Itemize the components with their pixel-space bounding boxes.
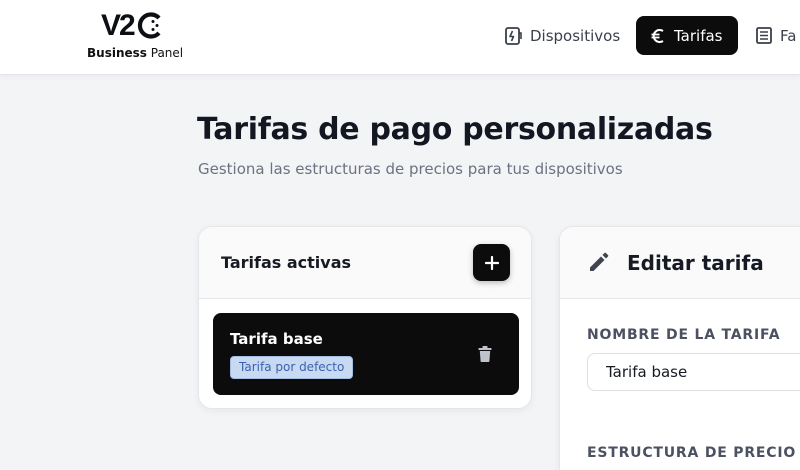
nav-devices[interactable]: Dispositivos [505, 16, 620, 55]
nav-tariffs[interactable]: Tarifas [636, 16, 738, 55]
pencil-icon [590, 252, 609, 271]
tariff-name: Tarifa base [230, 330, 323, 348]
nav-devices-label: Dispositivos [530, 26, 621, 45]
add-tariff-button[interactable] [473, 244, 510, 281]
logo-mark: V2 [101, 9, 136, 42]
default-tariff-badge: Tarifa por defecto [230, 356, 354, 379]
logo-subtitle: Business Panel [87, 46, 183, 60]
trash-icon [478, 346, 492, 362]
receipt-icon [756, 27, 772, 44]
edit-tariff-card: Editar tarifa NOMBRE DE LA TARIFA ESTRUC… [559, 226, 800, 470]
nav-billing[interactable]: Fa [756, 16, 796, 55]
active-tariffs-card: Tarifas activas Tarifa base Tarifa por d… [198, 226, 532, 409]
tariff-name-label: NOMBRE DE LA TARIFA [587, 327, 781, 343]
plus-icon [484, 255, 499, 270]
active-tariffs-header: Tarifas activas [199, 227, 531, 299]
logo-subtitle-bold: Business [87, 46, 147, 60]
edit-tariff-header: Editar tarifa [560, 227, 800, 299]
page-subtitle: Gestiona las estructuras de precios para… [198, 160, 623, 178]
page-title: Tarifas de pago personalizadas [197, 112, 713, 147]
tariff-name-input[interactable] [587, 353, 800, 391]
top-bar: V2 Business Panel Dispositivos Tarifas F… [0, 0, 800, 75]
nav-billing-label: Fa [780, 26, 797, 45]
logo-subtitle-regular: Panel [150, 46, 184, 60]
active-tariffs-title: Tarifas activas [221, 253, 352, 272]
price-structure-label: ESTRUCTURA DE PRECIO [587, 445, 797, 461]
euro-icon [651, 28, 664, 43]
edit-tariff-title: Editar tarifa [627, 251, 764, 275]
nav-tariffs-label: Tarifas [674, 26, 723, 45]
logo-c-icon [137, 12, 161, 39]
tariff-list-item[interactable]: Tarifa base Tarifa por defecto [213, 313, 519, 395]
brand-logo[interactable]: V2 Business Panel [86, 9, 183, 64]
devices-icon [505, 26, 522, 45]
delete-tariff-button[interactable] [475, 344, 495, 364]
